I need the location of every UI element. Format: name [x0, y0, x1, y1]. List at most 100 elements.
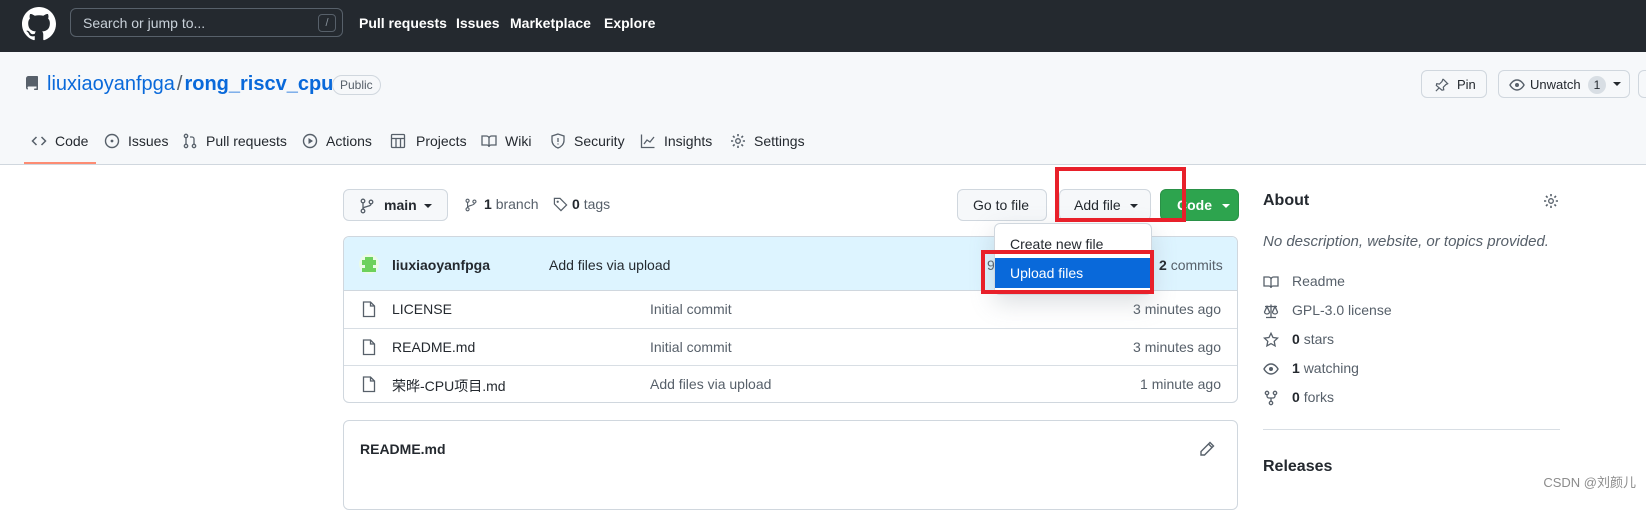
commit-message[interactable]: Add files via upload — [549, 257, 670, 273]
nav-explore[interactable]: Explore — [604, 15, 655, 31]
global-header: Search or jump to... / Pull requests Iss… — [0, 0, 1646, 52]
branch-select-button[interactable]: main — [343, 189, 448, 221]
file-commit-time: 3 minutes ago — [1133, 339, 1221, 355]
branch-count-link[interactable]: 1 branch — [465, 196, 539, 212]
issue-icon — [104, 133, 120, 149]
search-placeholder: Search or jump to... — [83, 15, 206, 31]
watermark: CSDN @刘颜儿 — [1543, 475, 1636, 490]
watching-word: watching — [1303, 360, 1359, 376]
tab-settings[interactable]: Settings — [730, 131, 806, 151]
repo-separator: / — [176, 73, 183, 95]
pin-label: Pin — [1457, 77, 1476, 92]
highlight-box-upload-files — [981, 250, 1154, 294]
tab-wiki[interactable]: Wiki — [481, 131, 535, 151]
file-icon — [362, 301, 376, 318]
eye-icon — [1263, 361, 1279, 377]
avatar[interactable] — [359, 254, 379, 274]
file-commit-time: 1 minute ago — [1140, 376, 1221, 392]
tag-count-link[interactable]: 0 tags — [553, 196, 610, 212]
file-commit-message[interactable]: Add files via upload — [650, 376, 771, 392]
pencil-icon[interactable] — [1199, 441, 1215, 457]
watching-count: 1 — [1292, 360, 1300, 376]
pin-icon — [1435, 78, 1449, 92]
commits-link[interactable]: 2 commits — [1159, 257, 1223, 273]
tab-actions-label: Actions — [326, 133, 372, 149]
forks-word: forks — [1303, 389, 1335, 405]
readme-panel: README.md — [343, 420, 1238, 510]
nav-pull-requests[interactable]: Pull requests — [359, 15, 447, 31]
tag-icon — [553, 197, 568, 212]
branch-word: branch — [495, 196, 539, 212]
file-icon — [362, 376, 376, 393]
tab-issues[interactable]: Issues — [104, 131, 170, 151]
law-icon — [1263, 303, 1279, 319]
about-heading: About — [1263, 192, 1310, 209]
commits-count: 2 — [1159, 257, 1167, 273]
repo-description: No description, website, or topics provi… — [1263, 233, 1549, 250]
github-logo-icon[interactable] — [22, 7, 56, 41]
shield-icon — [550, 133, 566, 149]
commit-author[interactable]: liuxiaoyanfpga — [392, 257, 490, 273]
tag-word: tags — [583, 196, 611, 212]
table-row[interactable]: 荣晔-CPU项目.md Add files via upload 1 minut… — [344, 365, 1237, 402]
star-icon — [1263, 332, 1279, 348]
unwatch-button[interactable]: Unwatch 1 — [1498, 70, 1630, 98]
file-name[interactable]: LICENSE — [392, 301, 452, 317]
tab-code-label: Code — [55, 133, 89, 149]
graph-icon — [640, 133, 656, 149]
table-icon — [390, 133, 406, 149]
book-icon — [1263, 274, 1279, 290]
search-shortcut-key: / — [318, 14, 336, 32]
highlight-box-add-file — [1055, 167, 1186, 222]
tab-settings-label: Settings — [754, 133, 805, 149]
chevron-down-icon — [424, 202, 432, 210]
book-icon — [481, 133, 497, 149]
tab-projects-label: Projects — [416, 133, 467, 149]
git-branch-icon — [360, 198, 374, 214]
file-name[interactable]: README.md — [392, 339, 475, 355]
tab-actions[interactable]: Actions — [302, 131, 376, 151]
license-link-label: GPL-3.0 license — [1292, 302, 1392, 318]
repo-name-link[interactable]: rong_riscv_cpu — [184, 73, 333, 95]
fork-button-partial[interactable] — [1638, 70, 1646, 98]
stars-word: stars — [1303, 331, 1335, 347]
fork-icon — [1263, 390, 1279, 406]
nav-marketplace[interactable]: Marketplace — [510, 15, 591, 31]
tab-insights[interactable]: Insights — [640, 131, 714, 151]
pin-button[interactable]: Pin — [1421, 70, 1487, 98]
readme-title: README.md — [360, 441, 446, 457]
gear-icon[interactable] — [1543, 193, 1559, 209]
file-commit-message[interactable]: Initial commit — [650, 301, 732, 317]
play-icon — [302, 133, 318, 149]
tab-code[interactable]: Code — [31, 131, 101, 151]
active-tab-underline — [24, 162, 96, 164]
git-branch-icon — [465, 197, 477, 213]
gear-icon — [730, 133, 746, 149]
file-commit-message[interactable]: Initial commit — [650, 339, 732, 355]
nav-issues[interactable]: Issues — [456, 15, 500, 31]
tab-security[interactable]: Security — [550, 131, 626, 151]
search-input[interactable]: Search or jump to... / — [70, 8, 343, 37]
unwatch-label: Unwatch — [1530, 77, 1581, 92]
releases-heading[interactable]: Releases — [1263, 458, 1332, 476]
code-icon — [31, 133, 47, 149]
tab-projects[interactable]: Projects — [390, 131, 467, 151]
tab-pull-requests-label: Pull requests — [206, 133, 287, 149]
chevron-down-icon — [1222, 202, 1230, 210]
table-row[interactable]: README.md Initial commit 3 minutes ago — [344, 328, 1237, 365]
repo-owner-link[interactable]: liuxiaoyanfpga — [47, 73, 175, 95]
go-to-file-button[interactable]: Go to file — [957, 189, 1047, 221]
eye-icon — [1509, 78, 1525, 92]
go-to-file-label: Go to file — [973, 197, 1030, 213]
file-name[interactable]: 荣晔-CPU项目.md — [392, 376, 506, 396]
forks-count: 0 — [1292, 389, 1300, 405]
tab-wiki-label: Wiki — [505, 133, 532, 149]
tab-pull-requests[interactable]: Pull requests — [182, 131, 292, 151]
table-row[interactable]: LICENSE Initial commit 3 minutes ago — [344, 291, 1237, 328]
sidebar-divider — [1263, 429, 1560, 430]
repo-title: liuxiaoyanfpga / rong_riscv_cpu — [47, 73, 333, 96]
tag-count: 0 — [572, 196, 580, 212]
file-icon — [362, 339, 376, 356]
branch-count: 1 — [484, 196, 492, 212]
stars-count: 0 — [1292, 331, 1300, 347]
